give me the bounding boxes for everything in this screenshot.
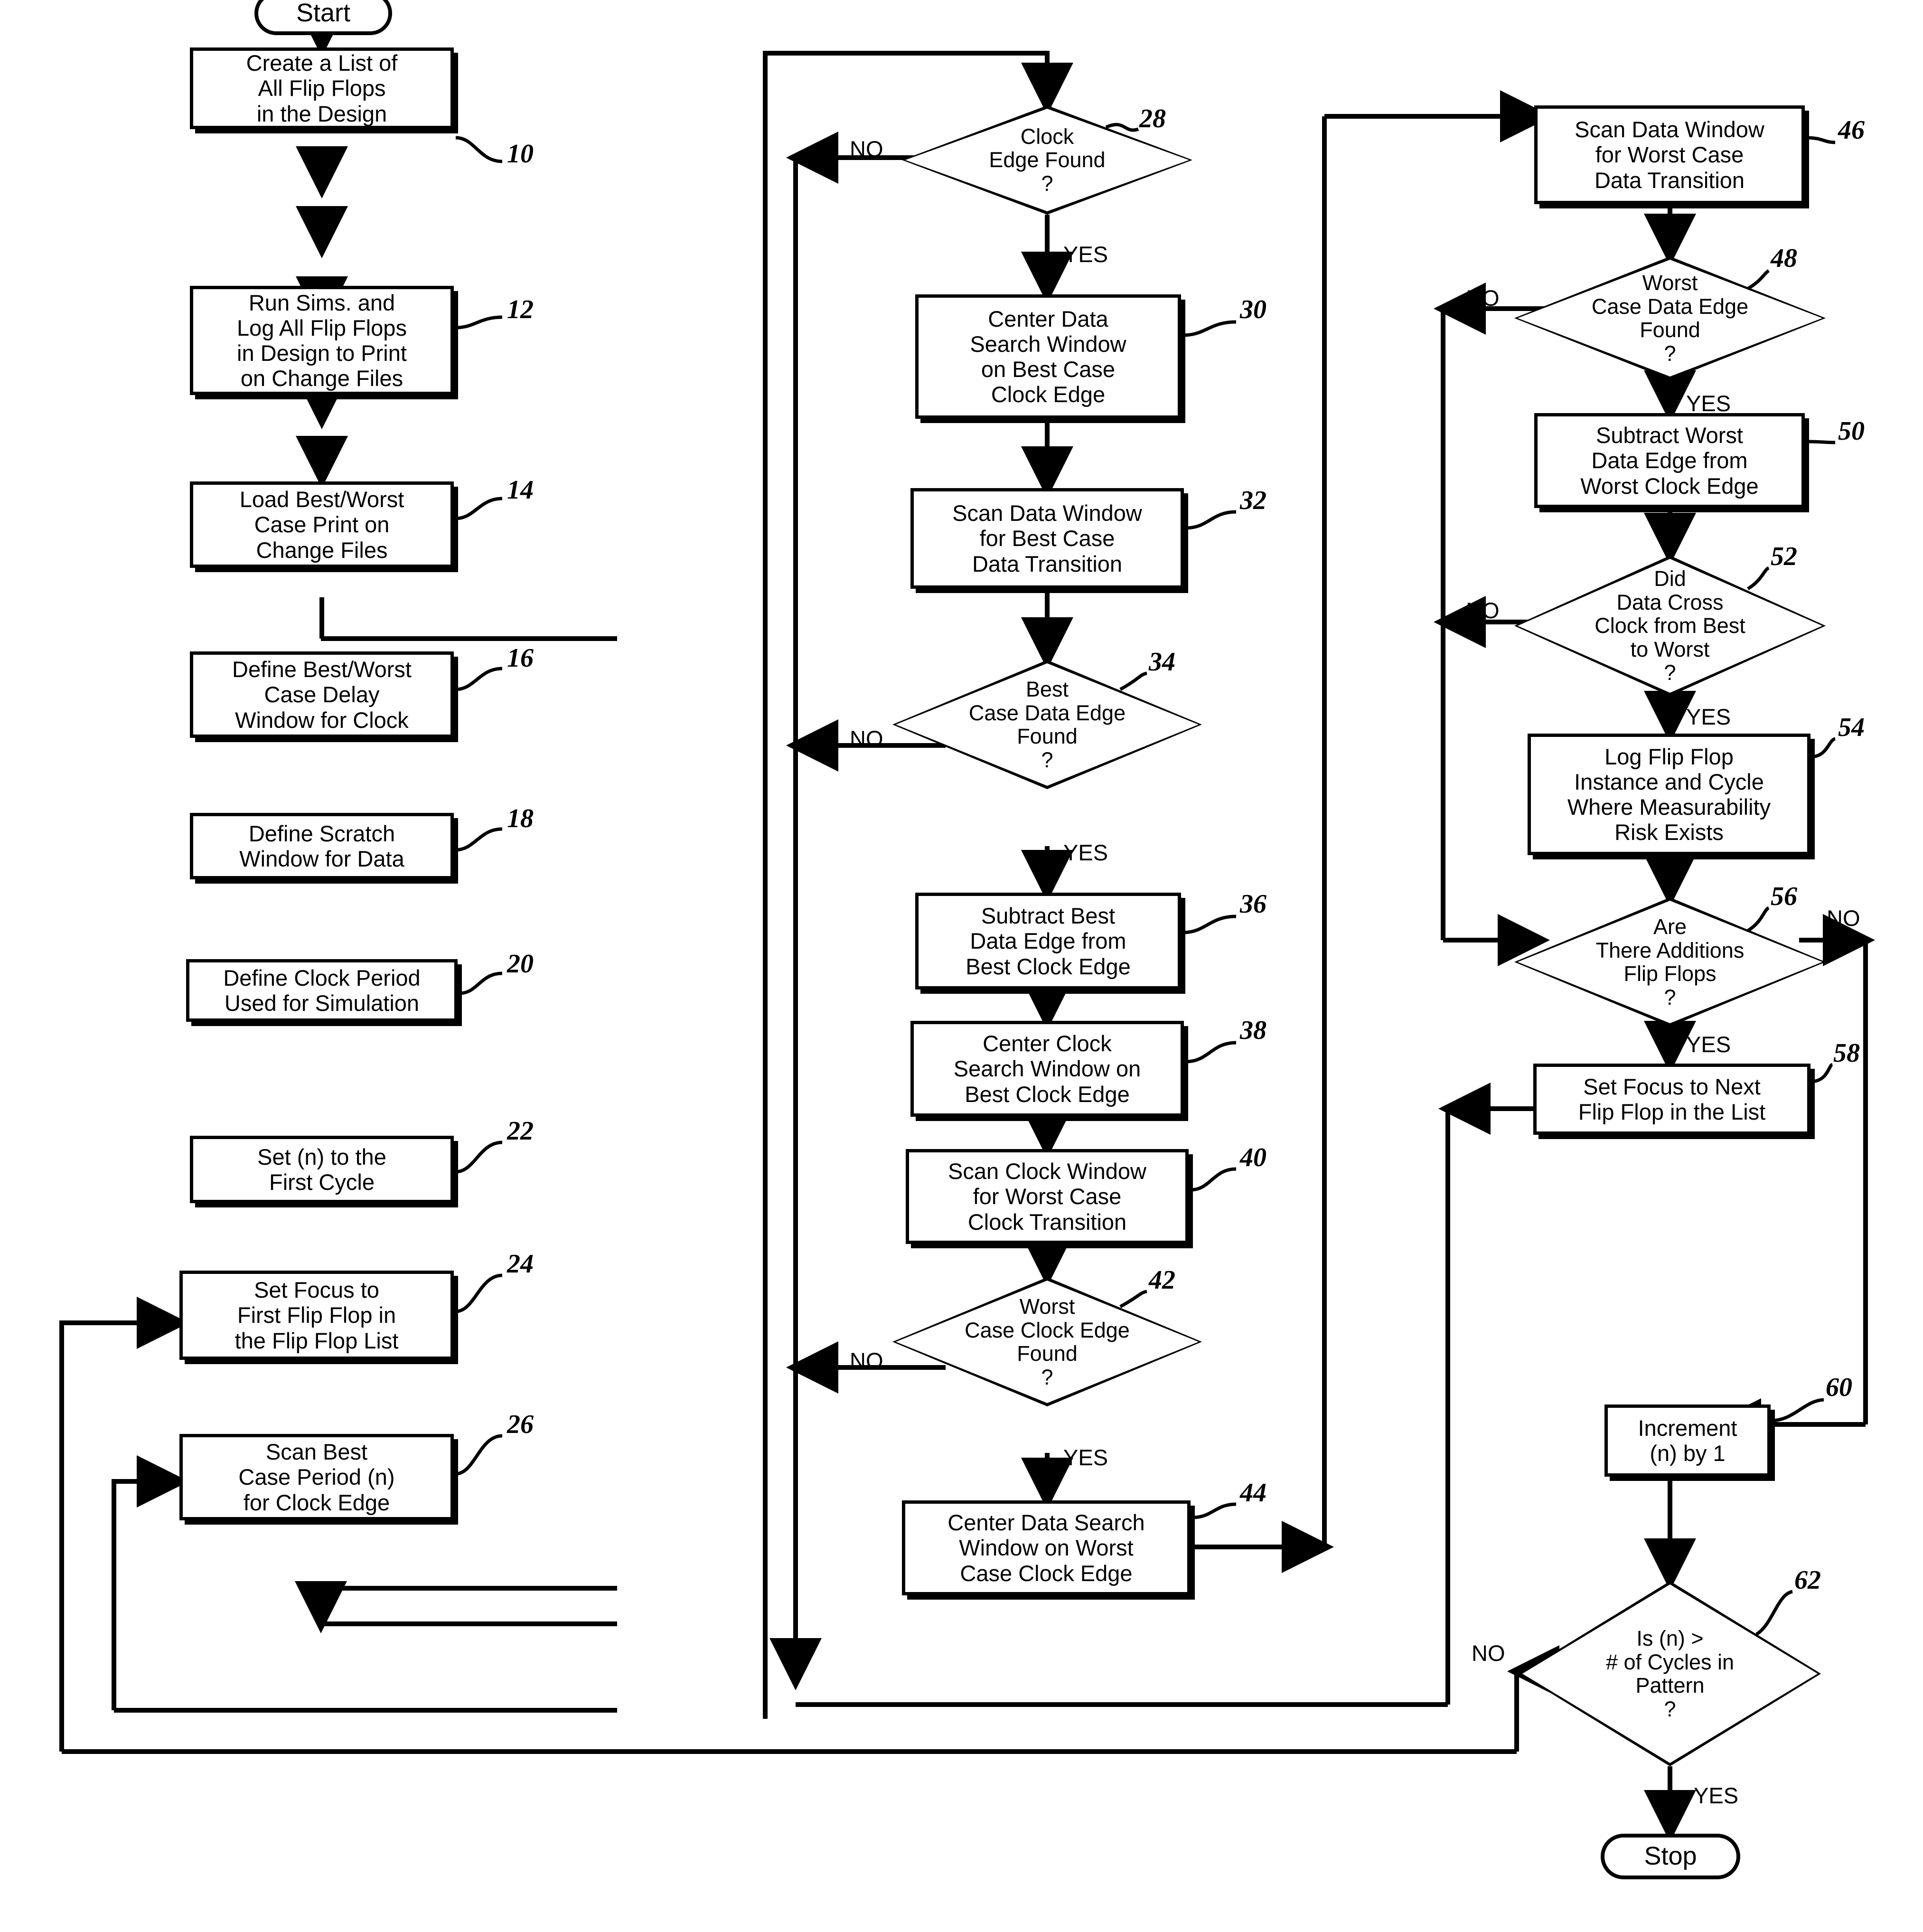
ref-32: 32 xyxy=(1240,486,1266,515)
edge-label-52-yes: YES xyxy=(1686,704,1731,729)
process-10-label: Create a List of All Flip Flops in the D… xyxy=(246,50,398,126)
edge-label-62-no: NO xyxy=(1472,1640,1505,1666)
process-46: Scan Data Window for Worst Case Data Tra… xyxy=(1534,105,1805,204)
process-32: Scan Data Window for Best Case Data Tran… xyxy=(910,488,1184,589)
ref-28: 28 xyxy=(1139,104,1166,133)
decision-56: Are There Additions Flip Flops ? xyxy=(1514,897,1826,1027)
process-44: Center Data Search Window on Worst Case … xyxy=(902,1500,1191,1595)
terminal-start: Start xyxy=(254,0,392,35)
edge-label-42-yes: YES xyxy=(1063,1445,1108,1470)
ref-20: 20 xyxy=(507,949,534,979)
terminal-stop: Stop xyxy=(1601,1834,1740,1879)
decision-52: Did Data Cross Clock from Best to Worst … xyxy=(1514,556,1826,696)
process-50: Subtract Worst Data Edge from Worst Cloc… xyxy=(1534,413,1805,508)
process-30: Center Data Search Window on Best Case C… xyxy=(915,294,1181,419)
ref-50: 50 xyxy=(1838,416,1865,446)
edge-label-56-no: NO xyxy=(1827,905,1860,931)
decision-34: Best Case Data Edge Found ? xyxy=(892,660,1202,789)
edge-label-28-yes: YES xyxy=(1063,242,1108,267)
terminal-start-label: Start xyxy=(296,0,351,28)
process-50-label: Subtract Worst Data Edge from Worst Cloc… xyxy=(1580,423,1759,499)
decision-28-label: Clock Edge Found ? xyxy=(989,124,1106,196)
process-22: Set (n) to the First Cycle xyxy=(190,1136,454,1203)
edge-label-42-no: NO xyxy=(850,1348,883,1373)
process-12-label: Run Sims. and Log All Flip Flops in Desi… xyxy=(237,290,407,391)
process-40: Scan Clock Window for Worst Case Clock T… xyxy=(906,1149,1189,1244)
edge-label-34-no: NO xyxy=(850,726,883,751)
terminal-stop-label: Stop xyxy=(1644,1842,1697,1871)
flowchart-canvas: Start Create a List of All Flip Flops in… xyxy=(0,0,1923,1932)
decision-34-label: Best Case Data Edge Found ? xyxy=(968,677,1126,772)
ref-56: 56 xyxy=(1771,882,1797,911)
ref-16: 16 xyxy=(507,643,534,673)
process-16-label: Define Best/Worst Case Delay Window for … xyxy=(232,657,412,733)
ref-12: 12 xyxy=(507,295,534,324)
process-58-label: Set Focus to Next Flip Flop in the List xyxy=(1578,1074,1766,1124)
decision-48-label: Worst Case Data Edge Found ? xyxy=(1591,271,1749,366)
process-24-label: Set Focus to First Flip Flop in the Flip… xyxy=(235,1277,399,1353)
decision-42: Worst Case Clock Edge Found ? xyxy=(892,1277,1202,1406)
ref-48: 48 xyxy=(1771,244,1797,273)
process-18-label: Define Scratch Window for Data xyxy=(239,820,404,871)
process-14: Load Best/Worst Case Print on Change Fil… xyxy=(190,481,454,568)
process-38-label: Center Clock Search Window on Best Clock… xyxy=(953,1031,1141,1107)
edge-label-34-yes: YES xyxy=(1063,840,1108,865)
process-18: Define Scratch Window for Data xyxy=(190,813,454,879)
ref-26: 26 xyxy=(507,1410,534,1439)
ref-24: 24 xyxy=(507,1249,534,1279)
process-12: Run Sims. and Log All Flip Flops in Desi… xyxy=(190,286,454,395)
ref-58: 58 xyxy=(1833,1038,1860,1068)
process-30-label: Center Data Search Window on Best Case C… xyxy=(970,306,1126,407)
ref-44: 44 xyxy=(1240,1478,1266,1508)
process-60-label: Increment (n) by 1 xyxy=(1638,1415,1737,1466)
ref-10: 10 xyxy=(507,139,534,169)
process-44-label: Center Data Search Window on Worst Case … xyxy=(947,1510,1145,1586)
ref-22: 22 xyxy=(507,1116,534,1146)
ref-62: 62 xyxy=(1794,1565,1821,1595)
edge-label-48-no: NO xyxy=(1466,285,1500,311)
decision-42-label: Worst Case Clock Edge Found ? xyxy=(965,1294,1130,1389)
process-26: Scan Best Case Period (n) for Clock Edge xyxy=(179,1434,454,1520)
decision-52-label: Did Data Cross Clock from Best to Worst … xyxy=(1595,566,1745,685)
decision-56-label: Are There Additions Flip Flops ? xyxy=(1595,914,1745,1009)
ref-52: 52 xyxy=(1771,542,1797,571)
process-32-label: Scan Data Window for Best Case Data Tran… xyxy=(952,500,1142,576)
process-58: Set Focus to Next Flip Flop in the List xyxy=(1533,1064,1810,1135)
process-40-label: Scan Clock Window for Worst Case Clock T… xyxy=(948,1159,1146,1235)
ref-38: 38 xyxy=(1240,1016,1266,1045)
process-22-label: Set (n) to the First Cycle xyxy=(257,1144,386,1195)
process-46-label: Scan Data Window for Worst Case Data Tra… xyxy=(1575,117,1764,193)
process-20: Define Clock Period Used for Simulation xyxy=(186,959,458,1022)
ref-30: 30 xyxy=(1240,295,1266,324)
edge-label-28-no: NO xyxy=(850,136,883,161)
ref-60: 60 xyxy=(1826,1373,1852,1402)
process-24: Set Focus to First Flip Flop in the Flip… xyxy=(179,1271,454,1360)
ref-42: 42 xyxy=(1149,1265,1175,1295)
decision-62-label: Is (n) > # of Cycles in Pattern ? xyxy=(1605,1626,1735,1721)
process-60: Increment (n) by 1 xyxy=(1604,1404,1771,1477)
ref-34: 34 xyxy=(1149,647,1175,677)
process-14-label: Load Best/Worst Case Print on Change Fil… xyxy=(239,487,404,563)
process-26-label: Scan Best Case Period (n) for Clock Edge xyxy=(238,1439,395,1515)
edge-label-52-no: NO xyxy=(1466,598,1500,623)
process-54-label: Log Flip Flop Instance and Cycle Where M… xyxy=(1567,744,1771,845)
process-38: Center Clock Search Window on Best Clock… xyxy=(910,1021,1184,1117)
process-20-label: Define Clock Period Used for Simulation xyxy=(223,965,421,1016)
ref-46: 46 xyxy=(1838,115,1865,145)
ref-36: 36 xyxy=(1240,889,1266,919)
process-36: Subtract Best Data Edge from Best Clock … xyxy=(915,893,1181,990)
ref-14: 14 xyxy=(507,475,534,505)
decision-48: Worst Case Data Edge Found ? xyxy=(1514,256,1826,380)
edge-label-62-yes: YES xyxy=(1694,1783,1739,1808)
process-36-label: Subtract Best Data Edge from Best Clock … xyxy=(966,903,1131,979)
edge-label-48-yes: YES xyxy=(1686,391,1731,416)
edge-label-56-yes: YES xyxy=(1686,1032,1731,1057)
process-54: Log Flip Flop Instance and Cycle Where M… xyxy=(1528,734,1810,855)
ref-40: 40 xyxy=(1240,1143,1266,1172)
process-10: Create a List of All Flip Flops in the D… xyxy=(190,47,454,129)
process-16: Define Best/Worst Case Delay Window for … xyxy=(190,651,454,738)
decision-62: Is (n) > # of Cycles in Pattern ? xyxy=(1519,1581,1821,1766)
ref-18: 18 xyxy=(507,804,534,833)
ref-54: 54 xyxy=(1838,713,1865,742)
